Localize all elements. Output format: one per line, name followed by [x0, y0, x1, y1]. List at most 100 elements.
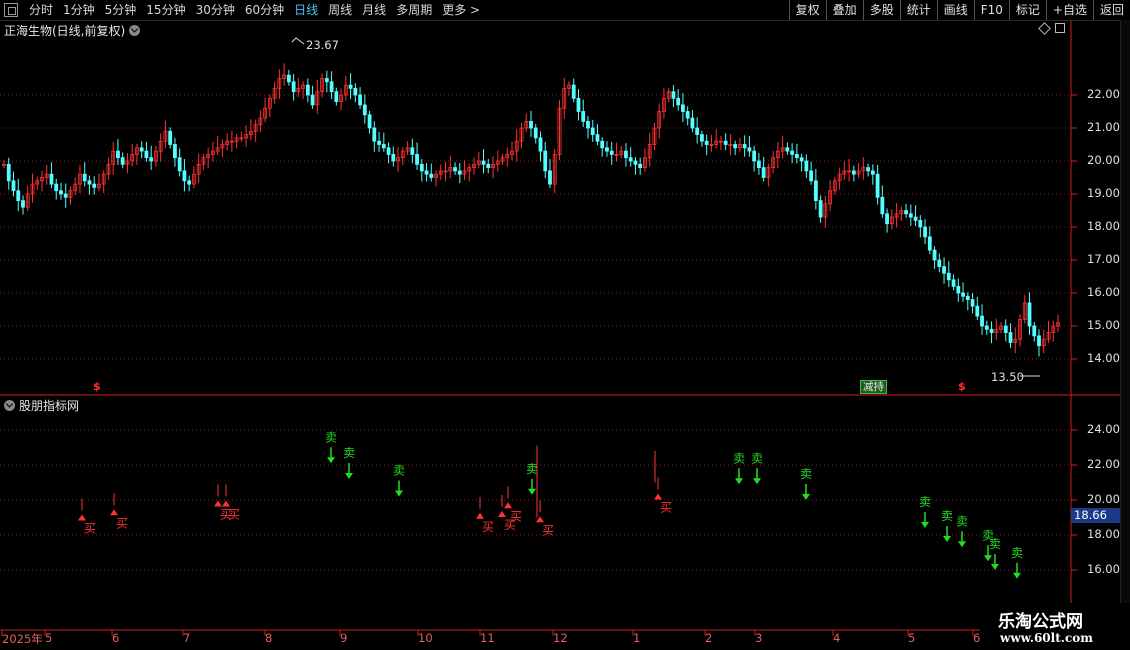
y-tick-label: 20.00 [1087, 492, 1120, 506]
side-scroll-strip[interactable] [1120, 20, 1130, 603]
date-tick: 5 [908, 631, 916, 645]
candle-body [961, 292, 965, 297]
candle-body [453, 167, 457, 172]
candle-body [410, 147, 415, 155]
candle-body [700, 134, 704, 142]
candle-body [87, 180, 92, 185]
period-tab[interactable]: 30分钟 [191, 0, 240, 20]
toolbar-button[interactable]: 叠加 [825, 0, 863, 20]
period-tab[interactable]: 月线 [357, 0, 391, 20]
candle-body [756, 160, 761, 168]
s-marker[interactable]: $ [958, 380, 966, 393]
candle-body [927, 236, 932, 251]
date-tick: 1 [633, 631, 641, 645]
candle-body [529, 121, 533, 129]
high-marker [291, 37, 305, 45]
event-tag[interactable]: 减持 [860, 380, 887, 394]
candle-body [681, 104, 685, 112]
candle-body [49, 173, 54, 185]
buy-arrow [222, 500, 230, 507]
candle-body [116, 150, 120, 159]
candle-body [908, 213, 913, 218]
date-tick: 8 [265, 631, 273, 645]
low-price-label: 13.50 [991, 370, 1024, 384]
sell-arrow [958, 541, 966, 548]
kline-chart[interactable]: 买买买买买 买买买买卖卖卖 卖卖 卖卖卖卖 卖卖卖卖 [0, 20, 1130, 650]
period-tab[interactable]: 日线 [289, 0, 323, 20]
candle-body [63, 193, 68, 198]
chevron-down-icon[interactable] [129, 25, 141, 36]
toolbar-button[interactable]: 复权 [788, 0, 826, 20]
candle-body [149, 157, 154, 162]
period-tab[interactable]: 多周期 [391, 0, 437, 20]
candle-body [92, 183, 97, 188]
date-tick: 10 [418, 631, 433, 645]
diamond-icon[interactable] [1038, 21, 1051, 35]
date-tick: 11 [480, 631, 495, 645]
period-tab[interactable]: 1分钟 [58, 0, 100, 20]
candle-body [182, 170, 187, 182]
period-tab[interactable]: 15分钟 [141, 0, 190, 20]
y-tick-label: 16.00 [1087, 285, 1120, 299]
date-tick: 5 [45, 631, 53, 645]
candle-body [16, 190, 21, 201]
candle-body [120, 157, 125, 165]
window-icon[interactable] [4, 3, 18, 17]
period-tab[interactable]: 周线 [323, 0, 357, 20]
candle-body [937, 259, 942, 267]
candle-body [747, 147, 752, 152]
candle-body [866, 167, 870, 172]
toolbar-button[interactable]: F10 [973, 0, 1009, 20]
candle-body [168, 130, 173, 145]
date-tick: 12 [553, 631, 568, 645]
candle-body [324, 78, 329, 83]
period-tab[interactable]: 分时 [24, 0, 58, 20]
y-tick-label: 22.00 [1087, 87, 1120, 101]
candle-body [690, 117, 695, 129]
s-marker[interactable]: $ [93, 380, 101, 393]
y-tick-label: 19.00 [1087, 186, 1120, 200]
watermark-title: 乐淘公式网 [998, 612, 1083, 632]
candle-body [419, 163, 424, 172]
candle-body [913, 216, 918, 221]
sell-arrow [345, 473, 353, 479]
maximize-icon[interactable] [1055, 23, 1065, 33]
sell-arrow [984, 555, 992, 562]
candle-body [942, 266, 946, 274]
toolbar-button[interactable]: 多股 [862, 0, 900, 20]
period-tab[interactable]: 更多 > [437, 0, 485, 20]
toolbar-button[interactable]: 画线 [936, 0, 974, 20]
main-panel-header: 正海生物(日线,前复权) [4, 22, 141, 39]
sell-label: 卖 [1011, 546, 1023, 560]
candle-body [965, 295, 970, 300]
sell-label: 卖 [751, 451, 763, 465]
candle-body [310, 94, 315, 106]
sell-arrow [753, 478, 761, 485]
candle-body [676, 97, 681, 106]
toolbar-button[interactable]: 标记 [1008, 0, 1046, 20]
candle-body [334, 91, 339, 102]
y-tick-label: 20.00 [1087, 153, 1120, 167]
period-selector: 分时 1分钟 5分钟 15分钟 30分钟 60分钟 日线 周线 月线 多周期 更多 > [0, 0, 485, 20]
candle-body [305, 84, 310, 96]
sell-arrow [991, 564, 999, 570]
chevron-down-icon[interactable] [4, 400, 15, 411]
sell-label: 卖 [956, 514, 968, 528]
candle-body [605, 147, 609, 152]
toolbar-button[interactable]: 返回 [1092, 0, 1130, 20]
toolbar-button[interactable]: +自选 [1045, 0, 1093, 20]
period-tab[interactable]: 60分钟 [240, 0, 289, 20]
candle-body [571, 84, 576, 99]
candle-body [486, 163, 491, 169]
candle-body [785, 147, 790, 152]
period-tab[interactable]: 5分钟 [100, 0, 142, 20]
buy-arrow [654, 493, 662, 500]
candle-body [139, 147, 144, 152]
candle-body [951, 279, 956, 287]
candle-body [187, 180, 192, 185]
candle-body [956, 285, 961, 294]
candle-body [761, 167, 766, 178]
buy-arrow [476, 512, 484, 519]
candle-body [1037, 335, 1041, 347]
toolbar-button[interactable]: 统计 [899, 0, 937, 20]
